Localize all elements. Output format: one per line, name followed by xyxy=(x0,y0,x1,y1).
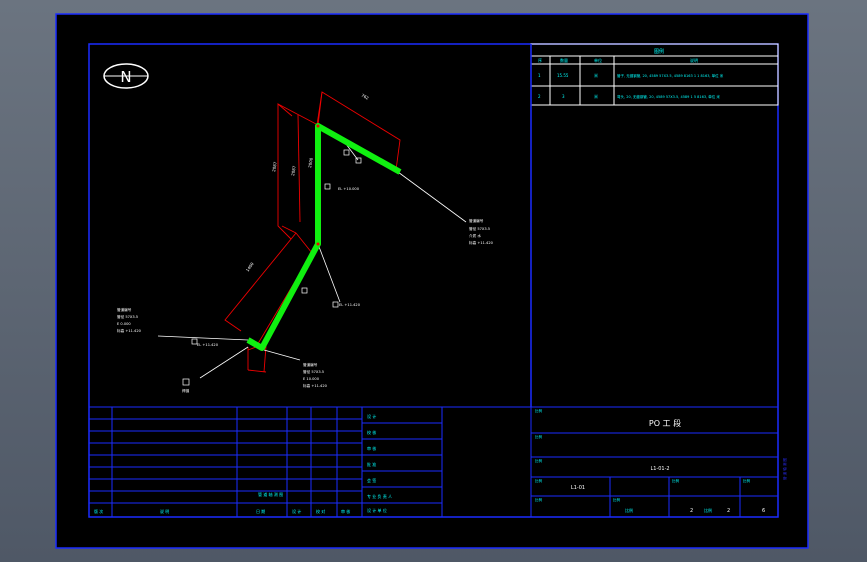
svg-text:专 业 负 责 人: 专 业 负 责 人 xyxy=(367,493,392,499)
sheet-code: L1-01 xyxy=(571,485,585,491)
svg-text:校 核: 校 核 xyxy=(367,429,376,435)
svg-text:比例: 比例 xyxy=(672,478,680,483)
svg-text:管道编号: 管道编号 xyxy=(469,218,484,223)
svg-text:比例: 比例 xyxy=(535,478,543,483)
svg-text:设 计: 设 计 xyxy=(292,508,301,514)
svg-text:管道编号: 管道编号 xyxy=(303,362,318,367)
svg-text:校 对: 校 对 xyxy=(316,508,325,514)
svg-text:设 计: 设 计 xyxy=(367,413,376,419)
project-title: PO 工 段 xyxy=(649,418,681,428)
svg-text:比例: 比例 xyxy=(613,497,621,502)
revision: 6 xyxy=(762,508,765,514)
node-label: 焊缝 xyxy=(182,388,190,393)
compass-north-icon: N xyxy=(103,63,149,89)
svg-text:比例: 比例 xyxy=(535,434,543,439)
svg-text:比例: 比例 xyxy=(535,408,543,413)
svg-text:会 签: 会 签 xyxy=(367,477,376,483)
svg-text:米: 米 xyxy=(594,72,598,78)
svg-text:比例: 比例 xyxy=(704,507,712,513)
svg-text:标高 +11.420: 标高 +11.420 xyxy=(303,383,328,388)
svg-text:管径 57X3.5: 管径 57X3.5 xyxy=(469,226,490,231)
svg-text:审 核: 审 核 xyxy=(341,508,350,514)
svg-text:弯头, 20, 无缝钢管, 20, 4589 57X3.5,: 弯头, 20, 无缝钢管, 20, 4589 57X3.5, 4589 1 5 … xyxy=(617,94,720,99)
svg-text:比例: 比例 xyxy=(535,458,543,463)
svg-text:单位: 单位 xyxy=(594,57,602,63)
svg-text:日 期: 日 期 xyxy=(256,508,265,514)
sheet-number: 2 xyxy=(690,508,693,514)
svg-text:介质 水: 介质 水 xyxy=(469,233,481,238)
svg-text:比例: 比例 xyxy=(743,478,751,483)
svg-text:E 10.000: E 10.000 xyxy=(303,377,320,381)
svg-text:标高 +11.420: 标高 +11.420 xyxy=(469,240,494,245)
svg-text:管径 57X3.5: 管径 57X3.5 xyxy=(303,369,324,374)
svg-text:序: 序 xyxy=(538,57,542,63)
elevation-left: EL +11.420 xyxy=(197,343,219,347)
svg-text:设 计 单 位: 设 计 单 位 xyxy=(367,507,387,513)
svg-text:版 次: 版 次 xyxy=(94,508,103,514)
svg-text:E 0.000: E 0.000 xyxy=(117,322,131,326)
svg-text:数量: 数量 xyxy=(560,57,568,63)
sheet-total: 2 xyxy=(727,508,730,514)
svg-text:审 核: 审 核 xyxy=(367,445,376,451)
drawing-canvas[interactable]: N 图例 序 数量 单位 说明 1 15.55 米 管子, 无缝钢管, 20, … xyxy=(0,0,867,562)
scale-value: 比例 xyxy=(625,507,633,513)
cad-viewport: N 图例 序 数量 单位 说明 1 15.55 米 管子, 无缝钢管, 20, … xyxy=(0,0,867,562)
elevation-mid: EL +11.420 xyxy=(339,303,361,307)
svg-text:比例: 比例 xyxy=(535,497,543,502)
drawing-number: L1-01-2 xyxy=(650,466,669,472)
svg-text:说 明: 说 明 xyxy=(160,508,169,514)
svg-text:管道编号: 管道编号 xyxy=(117,307,132,312)
svg-text:米: 米 xyxy=(594,93,598,99)
bottom-strip-label: 管 道 轴 测 图 xyxy=(258,491,283,497)
svg-text:批 准: 批 准 xyxy=(367,461,376,467)
margin-note: 管 道 轴 测 图 xyxy=(782,458,787,480)
svg-text:15.55: 15.55 xyxy=(557,73,569,78)
svg-text:管径 57X3.5: 管径 57X3.5 xyxy=(117,314,138,319)
compass-label: N xyxy=(120,68,131,86)
svg-text:管子, 无缝钢管, 20, 4589 57X3.5, 458: 管子, 无缝钢管, 20, 4589 57X3.5, 4589 8163 1 1… xyxy=(617,73,724,78)
svg-text:标高 +11.420: 标高 +11.420 xyxy=(117,328,142,333)
legend-header: 图例 xyxy=(654,48,664,55)
svg-text:说明: 说明 xyxy=(690,57,698,63)
elevation-top: EL +10.000 xyxy=(338,187,360,191)
